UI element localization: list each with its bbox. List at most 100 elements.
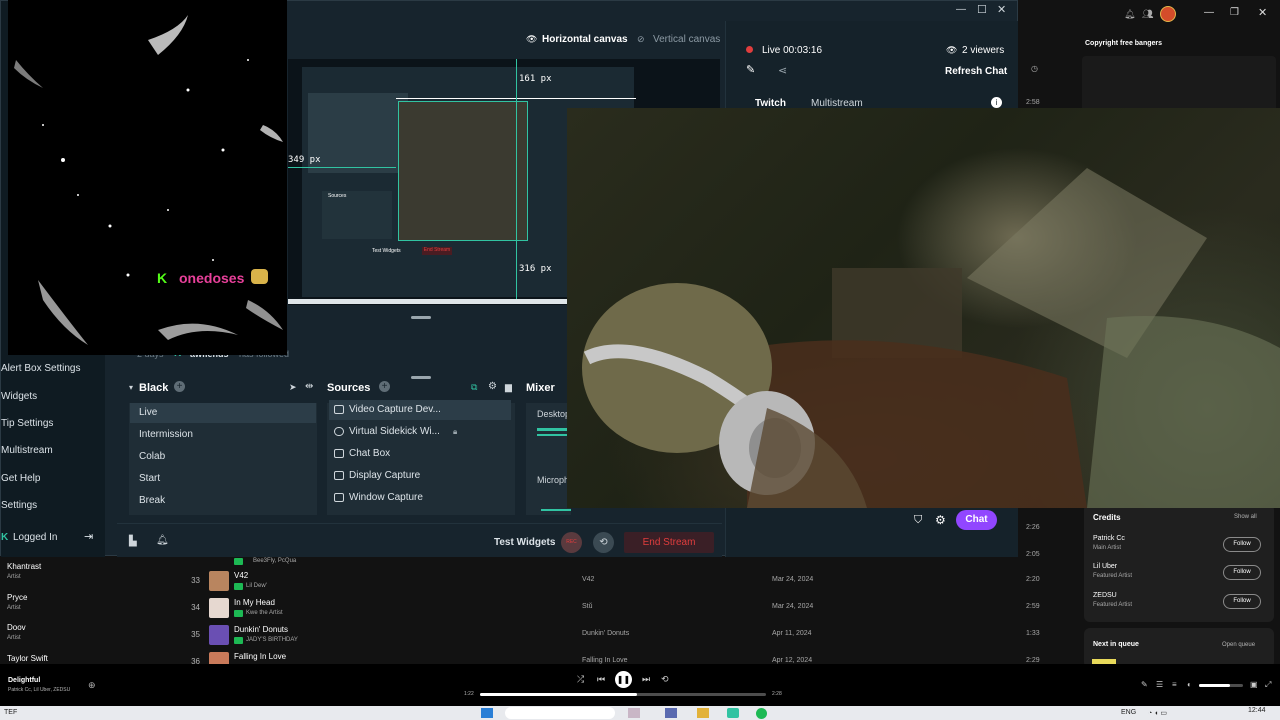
source-item[interactable]: Chat Box <box>329 444 511 464</box>
now-playing-artists[interactable]: Patrick Cc, Lil Uber, ZEDSU <box>8 687 70 693</box>
info-icon[interactable]: i <box>991 97 1002 108</box>
volume-slider[interactable] <box>1199 684 1243 687</box>
close-icon[interactable]: ✕ <box>1258 6 1267 19</box>
volume-icon[interactable]: ◐ <box>1187 680 1192 689</box>
scene-item[interactable]: Colab <box>130 447 316 467</box>
spotify-icon[interactable] <box>756 708 767 719</box>
mini-player-icon[interactable]: ▣ <box>1250 680 1258 689</box>
queue-icon[interactable]: ≡ <box>1172 680 1177 689</box>
horizontal-canvas-toggle[interactable]: Horizontal canvas <box>542 34 628 45</box>
restore-icon[interactable]: ❐ <box>1230 7 1239 18</box>
shield-icon[interactable]: ⛉ <box>914 514 922 527</box>
track-album[interactable]: Falling In Love <box>582 657 628 664</box>
clock-time[interactable]: 12:44 <box>1248 707 1266 714</box>
edit-stream-info-icon[interactable]: ✎ <box>746 63 755 76</box>
logout-icon[interactable]: ⇥ <box>84 530 93 543</box>
test-widgets-button[interactable]: Test Widgets <box>494 537 555 548</box>
add-source-icon[interactable]: + <box>379 381 390 392</box>
track-album[interactable]: Stŭ <box>582 603 593 610</box>
scene-transition-icon[interactable]: ⇹ <box>305 381 313 392</box>
replay-buffer-icon[interactable]: ⟲ <box>593 532 614 553</box>
progress-track[interactable] <box>480 693 766 696</box>
source-item[interactable]: Virtual Sidekick Wi... <box>329 422 511 442</box>
source-settings-icon[interactable]: ⚙ <box>488 381 497 392</box>
taskbar-weather[interactable]: TEF <box>4 709 17 716</box>
library-artist[interactable]: Doov Artist <box>7 623 26 641</box>
chat-send-button[interactable]: Chat <box>956 510 997 530</box>
credit-person[interactable]: Patrick Cc Main Artist <box>1093 535 1125 551</box>
record-button[interactable]: REC <box>561 532 582 553</box>
now-playing-view-icon[interactable]: ✎ <box>1141 680 1148 689</box>
language-indicator[interactable]: ENG <box>1121 709 1136 716</box>
avatar[interactable] <box>1160 6 1176 22</box>
lyrics-icon[interactable]: ☰ <box>1156 680 1163 689</box>
volume-slider[interactable] <box>537 434 571 436</box>
maximize-icon[interactable]: ☐ <box>977 3 987 16</box>
track-album[interactable]: Dunkin' Donuts <box>582 630 629 637</box>
resize-handle[interactable] <box>411 316 431 319</box>
stats-icon[interactable]: ▙ <box>129 536 137 547</box>
library-artist[interactable]: Taylor Swift <box>7 654 48 663</box>
scene-item[interactable]: Intermission <box>130 425 316 445</box>
shuffle-icon[interactable]: ⤮ <box>577 674 584 685</box>
track-album[interactable]: V42 <box>582 576 594 583</box>
taskbar-app-icon[interactable] <box>665 708 677 718</box>
track-title[interactable]: Falling In Love <box>234 652 286 661</box>
repeat-icon[interactable]: ⟲ <box>661 674 669 685</box>
track-title[interactable]: V42 <box>234 571 248 580</box>
minimize-icon[interactable]: — <box>956 4 966 15</box>
vertical-canvas-toggle[interactable]: Vertical canvas <box>653 34 720 45</box>
chevron-down-icon[interactable]: ▾ <box>129 383 133 392</box>
resize-handle[interactable] <box>411 376 431 379</box>
source-item[interactable]: Display Capture <box>329 466 511 486</box>
end-stream-button[interactable]: End Stream <box>624 532 714 553</box>
open-queue-link[interactable]: Open queue <box>1222 642 1255 648</box>
nav-settings[interactable]: Settings <box>1 500 37 511</box>
track-title[interactable]: Dunkin' Donuts <box>234 625 288 634</box>
track-artists[interactable]: Lil Dew' <box>246 583 267 589</box>
fullscreen-icon[interactable]: ⤢ <box>1265 680 1271 690</box>
track-row[interactable]: 34 In My Head Kwe the Artist Stŭ Mar 24,… <box>180 595 1080 622</box>
library-artist[interactable]: Pryce Artist <box>7 593 27 611</box>
track-title[interactable]: In My Head <box>234 598 275 607</box>
add-scene-icon[interactable]: + <box>174 381 185 392</box>
streamlabs-icon[interactable] <box>727 708 739 718</box>
logged-in-label[interactable]: Logged In <box>13 532 58 543</box>
next-icon[interactable]: ⏭ <box>642 674 650 685</box>
add-to-library-icon[interactable]: ⊕ <box>88 680 96 691</box>
refresh-chat-button[interactable]: Refresh Chat <box>945 66 1007 77</box>
gear-icon[interactable]: ⚙ <box>935 513 946 527</box>
wifi-icon[interactable]: ◔ ◖ ▭ <box>1148 709 1167 717</box>
follow-button[interactable]: Follow <box>1223 565 1261 580</box>
scene-item[interactable]: Start <box>130 469 316 489</box>
library-artist[interactable]: Khantrast Artist <box>7 562 41 580</box>
pin-icon[interactable]: ➤ <box>289 382 297 393</box>
share-icon[interactable]: ⋖ <box>778 64 787 77</box>
nav-alert-box-settings[interactable]: Alert Box Settings <box>1 363 80 374</box>
notification-icon[interactable]: 🔔︎ <box>156 535 169 546</box>
now-playing-title[interactable]: Delightful <box>8 677 40 684</box>
scene-collection-title[interactable]: Black <box>139 382 168 394</box>
track-row[interactable]: 35 Dunkin' Donuts JADY'S BIRTHDAY Dunkin… <box>180 622 1080 649</box>
previous-icon[interactable]: ⏮ <box>597 674 605 685</box>
scene-item[interactable]: Live <box>130 403 316 423</box>
nav-multistream[interactable]: Multistream <box>1 445 53 456</box>
lock-icon[interactable]: 🔒︎ <box>453 427 457 437</box>
track-row[interactable]: 36 Falling In Love Falling In Love Apr 1… <box>180 649 1080 664</box>
credits-show-all[interactable]: Show all <box>1234 514 1257 520</box>
credit-person[interactable]: Lil Uber Featured Artist <box>1093 563 1132 579</box>
folder-icon[interactable] <box>697 708 709 718</box>
taskbar-app-icon[interactable] <box>628 708 640 718</box>
preview-webcam-source[interactable] <box>398 101 528 241</box>
follow-button[interactable]: Follow <box>1223 594 1261 609</box>
track-row[interactable]: 33 V42 Lil Dew' V42 Mar 24, 2024 2:20 <box>180 568 1080 595</box>
nav-tip-settings[interactable]: Tip Settings <box>1 418 53 429</box>
minimize-icon[interactable]: — <box>1204 7 1214 18</box>
volume-slider[interactable] <box>541 509 571 511</box>
search-input[interactable] <box>505 707 615 719</box>
close-icon[interactable]: ✕ <box>997 3 1006 16</box>
bell-icon[interactable]: 🔔︎ <box>1124 9 1135 20</box>
folder-icon[interactable]: ▆ <box>505 382 512 393</box>
track-artists[interactable]: Kwe the Artist <box>246 610 283 616</box>
credit-person[interactable]: ZEDSU Featured Artist <box>1093 592 1132 608</box>
